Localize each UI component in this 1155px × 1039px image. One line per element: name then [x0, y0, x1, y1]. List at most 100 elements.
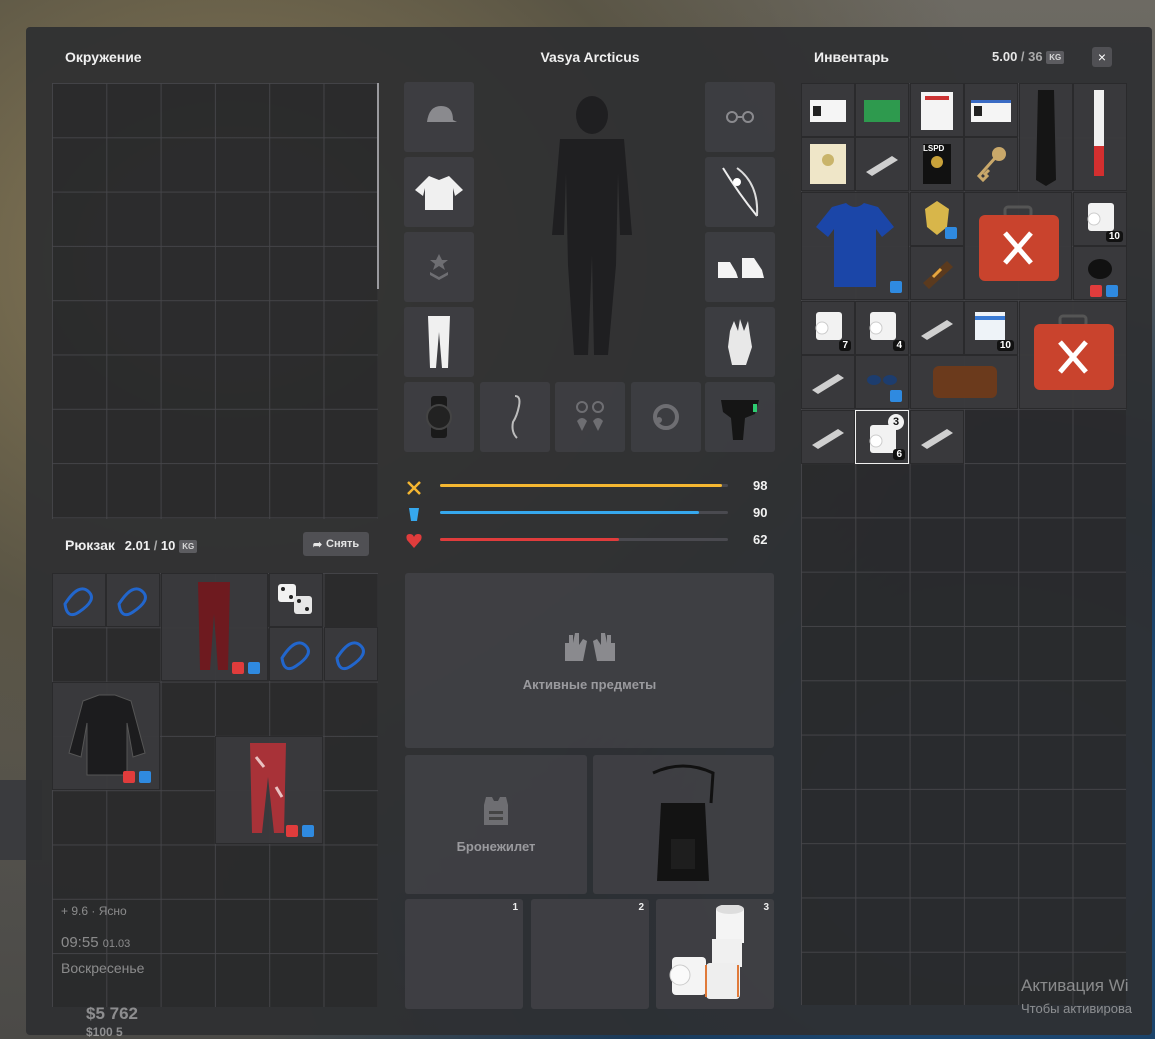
- inv-item-bandage-selected[interactable]: 3 6: [855, 410, 909, 464]
- inv-item-blue-tshirt[interactable]: [801, 192, 909, 300]
- slot-bracelet[interactable]: [631, 382, 701, 452]
- slot-rank[interactable]: [404, 232, 474, 302]
- inv-item-bandage-stack-a[interactable]: 10: [1073, 192, 1127, 246]
- stack-count: 10: [1105, 231, 1123, 242]
- hotbar-slot-3[interactable]: 3: [656, 899, 774, 1009]
- active-items-zone[interactable]: Активные предметы: [405, 573, 774, 748]
- watermark-subtitle: Чтобы активирова: [1021, 1001, 1133, 1016]
- inv-item-green-card[interactable]: [855, 83, 909, 137]
- hotbar-slot-1[interactable]: 1: [405, 899, 523, 1009]
- environment-grid[interactable]: [52, 83, 378, 519]
- close-button[interactable]: ×: [1092, 47, 1112, 67]
- food-bar: [440, 484, 728, 487]
- slot-pants[interactable]: [404, 307, 474, 377]
- slot-glasses[interactable]: [705, 82, 775, 152]
- lanyard-icon: [335, 641, 365, 671]
- holster-icon: [721, 400, 759, 440]
- backpack-item-black-jacket[interactable]: [52, 682, 160, 790]
- shoes-icon: [718, 258, 764, 278]
- food-value: 98: [753, 478, 768, 493]
- bag-slot[interactable]: [593, 755, 774, 894]
- backpack-item-red-pants[interactable]: [161, 573, 268, 681]
- backpack-item-dice[interactable]: [269, 573, 323, 627]
- inv-item-car-key-3[interactable]: [801, 355, 855, 409]
- lock-icon: [123, 771, 135, 783]
- inv-item-lspd-id[interactable]: LSPD: [910, 137, 964, 191]
- inv-item-id-card[interactable]: [801, 83, 855, 137]
- car-key-icon: [812, 429, 844, 449]
- inv-item-marker[interactable]: [1073, 83, 1127, 191]
- inv-item-license[interactable]: [964, 83, 1018, 137]
- slot-shoes[interactable]: [705, 232, 775, 302]
- document-icon: [921, 92, 953, 130]
- hud-day: Воскресенье: [61, 960, 145, 976]
- stack-count: 10: [996, 340, 1014, 351]
- slot-earrings[interactable]: [555, 382, 625, 452]
- inv-item-car-key-2[interactable]: [910, 301, 964, 355]
- food-icon: [407, 481, 421, 495]
- car-key-icon: [866, 156, 898, 176]
- hotbar-number-3: 3: [763, 902, 769, 913]
- hud-money-secondary: $100 5: [86, 1025, 123, 1039]
- slot-hat[interactable]: [404, 82, 474, 152]
- person-icon: [139, 771, 151, 783]
- inv-item-car-key-1[interactable]: [855, 137, 909, 191]
- inv-item-badge[interactable]: [910, 192, 964, 246]
- inv-item-certificate[interactable]: [801, 137, 855, 191]
- environment-scrollbar[interactable]: [377, 83, 379, 289]
- water-value: 90: [753, 505, 768, 520]
- water-icon: [409, 508, 419, 521]
- inv-item-snack-bar[interactable]: [910, 246, 964, 300]
- slot-accessory[interactable]: [705, 157, 775, 227]
- hotbar-slot-2[interactable]: 2: [531, 899, 649, 1009]
- hud-clock: 09:55 01.03: [61, 934, 130, 951]
- slot-gloves[interactable]: [705, 307, 775, 377]
- inv-item-sunglasses[interactable]: [855, 355, 909, 409]
- inv-item-car-key-4[interactable]: [801, 410, 855, 464]
- inv-item-wallet[interactable]: [910, 355, 1018, 409]
- hud-date: 01.03: [102, 938, 131, 950]
- person-icon: [248, 662, 260, 674]
- stack-count: 4: [893, 340, 905, 351]
- share-arrow-icon: ➦: [312, 538, 323, 551]
- person-icon: [890, 281, 902, 293]
- backpack-item-lanyard-4[interactable]: [324, 627, 378, 681]
- inventory-kg-badge: KG: [1046, 51, 1065, 65]
- earpiece-icon: [511, 395, 521, 439]
- slot-top[interactable]: [404, 157, 474, 227]
- backpack-remove-button[interactable]: ➦ Снять: [303, 532, 369, 556]
- repair-kit-icon: [1034, 314, 1114, 390]
- slot-earpiece[interactable]: [480, 382, 550, 452]
- backpack-item-lanyard-2[interactable]: [106, 573, 160, 627]
- id-card-icon: [810, 100, 846, 122]
- backpack-item-lanyard-3[interactable]: [269, 627, 323, 681]
- backpack-weight-separator: /: [150, 538, 161, 553]
- dice-icon: [278, 584, 312, 614]
- water-bar: [440, 511, 728, 514]
- inv-item-medicine-box[interactable]: 10: [964, 301, 1018, 355]
- inv-item-key[interactable]: [964, 137, 1018, 191]
- hair-clipper-icon: [1036, 90, 1056, 186]
- inv-item-repair-kit-1[interactable]: [964, 192, 1072, 300]
- person-icon: [945, 227, 957, 239]
- slot-watch[interactable]: [404, 382, 474, 452]
- backpack-icon: [652, 764, 715, 881]
- slot-holster[interactable]: [705, 382, 775, 452]
- person-icon: [890, 390, 902, 402]
- close-icon: ×: [1097, 49, 1107, 65]
- backpack-item-lanyard-1[interactable]: [52, 573, 106, 627]
- backpack-title: Рюкзак 2.01 / 10 KG: [65, 537, 198, 553]
- inv-item-repair-kit-2[interactable]: [1019, 301, 1127, 409]
- inventory-panel: Окружение Рюкзак 2.01 / 10 KG ➦ Снять + …: [26, 27, 1152, 1039]
- inv-item-bandage-stack-b[interactable]: 7: [801, 301, 855, 355]
- split-count-badge: 3: [888, 414, 904, 430]
- health-value: 62: [753, 532, 768, 547]
- backpack-item-bloody-pants[interactable]: [215, 736, 323, 844]
- hud-money: $5 762: [86, 1004, 138, 1023]
- inv-item-black-hat[interactable]: [1073, 246, 1127, 300]
- inv-item-bandage-stack-c[interactable]: 4: [855, 301, 909, 355]
- inv-item-hair-clipper[interactable]: [1019, 83, 1073, 191]
- inv-item-document[interactable]: [910, 83, 964, 137]
- armor-slot[interactable]: Бронежилет: [405, 755, 587, 894]
- inv-item-car-key-5[interactable]: [910, 410, 964, 464]
